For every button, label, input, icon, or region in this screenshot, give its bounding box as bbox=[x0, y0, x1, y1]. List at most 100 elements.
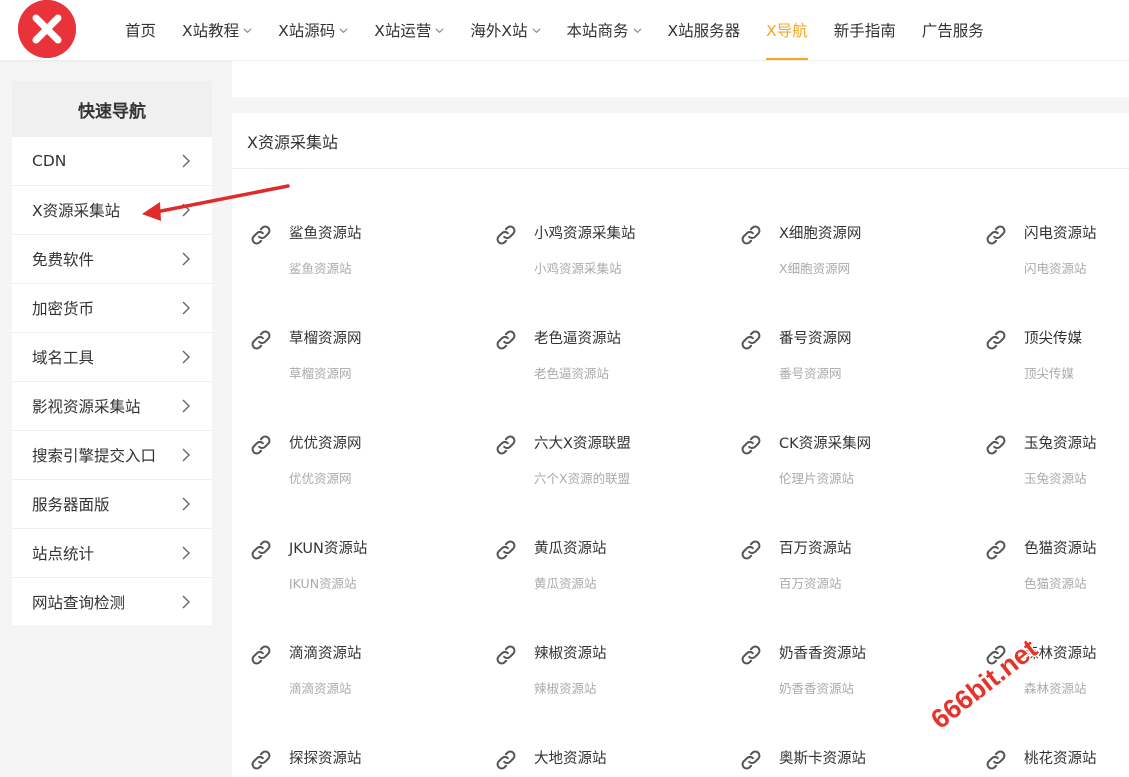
link-icon bbox=[251, 435, 271, 455]
site-card[interactable]: 闪电资源站 闪电资源站 bbox=[967, 169, 1129, 274]
sidebar-item-label: 网站查询检测 bbox=[32, 594, 126, 612]
site-card[interactable]: 六大X资源联盟 六个X资源的联盟 bbox=[477, 379, 722, 484]
site-card[interactable]: JKUN资源站 JKUN资源站 bbox=[232, 484, 477, 589]
nav-item[interactable]: X站教程 bbox=[169, 0, 265, 60]
site-desc: 黄瓜资源站 bbox=[534, 576, 597, 589]
site-card[interactable]: 老色逼资源站 老色逼资源站 bbox=[477, 274, 722, 379]
site-card[interactable]: X细胞资源网 X细胞资源网 bbox=[722, 169, 967, 274]
chevron-down-icon bbox=[435, 27, 444, 33]
site-desc: 色猫资源站 bbox=[1024, 576, 1087, 589]
nav-item-label: 海外X站 bbox=[470, 22, 528, 40]
site-name: 百万资源站 bbox=[779, 541, 852, 557]
site-card[interactable]: 森林资源站 森林资源站 bbox=[967, 589, 1129, 694]
site-card[interactable]: 番号资源网 番号资源网 bbox=[722, 274, 967, 379]
site-card[interactable]: 奶香香资源站 奶香香资源站 bbox=[722, 589, 967, 694]
content-panel: X资源采集站 鲨鱼资源站 鲨鱼资源站 小鸡资源采集站 小鸡资源采集站 X细胞资源网 X细胞… bbox=[232, 113, 1129, 777]
sidebar-item-label: 加密货币 bbox=[32, 300, 95, 318]
site-name: 优优资源网 bbox=[289, 436, 362, 452]
sidebar-item[interactable]: 免费软件 bbox=[12, 235, 212, 284]
sidebar-item[interactable]: 服务器面版 bbox=[12, 480, 212, 529]
link-icon bbox=[496, 435, 516, 455]
sidebar-list: CDN X资源采集站免费软件加密货币域名工具影视资源采集站 搜索引擎提交入口服务器面… bbox=[12, 137, 212, 627]
nav-item[interactable]: X导航 bbox=[753, 0, 821, 60]
sidebar-item[interactable]: 网站查询检测 bbox=[12, 578, 212, 627]
site-card[interactable]: 小鸡资源采集站 小鸡资源采集站 bbox=[477, 169, 722, 274]
site-desc: X细胞资源网 bbox=[779, 261, 851, 274]
site-card[interactable]: 顶尖传媒 顶尖传媒 bbox=[967, 274, 1129, 379]
site-card[interactable]: 草榴资源网 草榴资源网 bbox=[232, 274, 477, 379]
site-card[interactable]: 桃花资源站 bbox=[967, 694, 1129, 777]
close-x-logo-icon bbox=[18, 0, 76, 58]
site-desc: 小鸡资源采集站 bbox=[534, 261, 622, 274]
link-icon bbox=[986, 750, 1006, 770]
link-icon bbox=[496, 540, 516, 560]
site-card[interactable]: 探探资源站 bbox=[232, 694, 477, 777]
sidebar-item[interactable]: X资源采集站 bbox=[12, 186, 212, 235]
nav-item[interactable]: 新手指南 bbox=[821, 0, 909, 60]
site-card[interactable]: 滴滴资源站 滴滴资源站 bbox=[232, 589, 477, 694]
link-icon bbox=[496, 645, 516, 665]
nav-item-label: 本站商务 bbox=[566, 22, 629, 40]
sidebar-item[interactable]: 域名工具 bbox=[12, 333, 212, 382]
sidebar-item-label: 免费软件 bbox=[32, 251, 95, 269]
link-icon bbox=[741, 645, 761, 665]
chevron-down-icon bbox=[532, 27, 540, 33]
site-name: 森林资源站 bbox=[1024, 646, 1097, 662]
top-strip bbox=[232, 61, 1129, 97]
site-card[interactable]: CK资源采集网 伦理片资源站 bbox=[722, 379, 967, 484]
nav-item[interactable]: X站运营 bbox=[361, 0, 457, 60]
sidebar: 快速导航 CDN X资源采集站免费软件加密货币域名工具影视资源采集站 搜索引擎提交入… bbox=[12, 81, 212, 627]
site-desc: 滴滴资源站 bbox=[289, 681, 352, 694]
link-icon bbox=[741, 540, 761, 560]
site-card[interactable]: 辣椒资源站 辣椒资源站 bbox=[477, 589, 722, 694]
sidebar-item-label: CDN bbox=[32, 152, 67, 170]
sidebar-item[interactable]: 影视资源采集站 bbox=[12, 382, 212, 431]
nav-item[interactable]: 首页 bbox=[112, 0, 169, 60]
sidebar-item-label: 站点统计 bbox=[32, 545, 95, 563]
site-card[interactable]: 大地资源站 bbox=[477, 694, 722, 777]
sidebar-item[interactable]: 站点统计 bbox=[12, 529, 212, 578]
site-desc: JKUN资源站 bbox=[289, 576, 357, 589]
site-card[interactable]: 百万资源站 百万资源站 bbox=[722, 484, 967, 589]
site-card[interactable]: 色猫资源站 色猫资源站 bbox=[967, 484, 1129, 589]
site-card[interactable]: 玉兔资源站 玉兔资源站 bbox=[967, 379, 1129, 484]
site-name: 大地资源站 bbox=[534, 751, 607, 767]
site-desc: 奶香香资源站 bbox=[779, 681, 855, 694]
chevron-right-icon bbox=[182, 595, 190, 609]
nav-item[interactable]: 广告服务 bbox=[909, 0, 997, 60]
nav-item[interactable]: 海外X站 bbox=[457, 0, 553, 60]
site-card[interactable]: 黄瓜资源站 黄瓜资源站 bbox=[477, 484, 722, 589]
nav-item[interactable]: 本站商务 bbox=[554, 0, 655, 60]
site-name: 桃花资源站 bbox=[1024, 751, 1097, 767]
chevron-down-icon bbox=[339, 27, 348, 33]
sidebar-item-label: 服务器面版 bbox=[32, 496, 110, 514]
site-card[interactable]: 鲨鱼资源站 鲨鱼资源站 bbox=[232, 169, 477, 274]
sidebar-item[interactable]: CDN bbox=[12, 137, 212, 186]
site-desc: 六个X资源的联盟 bbox=[534, 471, 631, 484]
site-card[interactable]: 优优资源网 优优资源网 bbox=[232, 379, 477, 484]
sidebar-title: 快速导航 bbox=[12, 81, 212, 137]
site-name: JKUN资源站 bbox=[289, 541, 368, 557]
site-name: CK资源采集网 bbox=[779, 436, 872, 452]
site-card[interactable]: 奥斯卡资源站 bbox=[722, 694, 967, 777]
link-icon bbox=[251, 225, 271, 245]
link-icon bbox=[251, 645, 271, 665]
site-desc: 老色逼资源站 bbox=[534, 366, 610, 379]
nav-item[interactable]: X站源码 bbox=[265, 0, 361, 60]
logo[interactable] bbox=[18, 0, 76, 58]
sidebar-item[interactable]: 加密货币 bbox=[12, 284, 212, 333]
nav-item-label: X站源码 bbox=[278, 22, 336, 40]
sidebar-item-label: 域名工具 bbox=[32, 349, 95, 367]
nav-item[interactable]: X站服务器 bbox=[655, 0, 754, 60]
chevron-down-icon bbox=[633, 27, 642, 33]
link-icon bbox=[251, 330, 271, 350]
link-icon bbox=[986, 435, 1006, 455]
site-name: 探探资源站 bbox=[289, 751, 362, 767]
site-name: 六大X资源联盟 bbox=[534, 436, 631, 452]
site-desc: 草榴资源网 bbox=[289, 366, 352, 379]
link-icon bbox=[986, 225, 1006, 245]
site-desc: 顶尖传媒 bbox=[1024, 366, 1075, 379]
sidebar-item[interactable]: 搜索引擎提交入口 bbox=[12, 431, 212, 480]
main-nav: 首页 X站教程 X站源码 X站运营 海外X站 本站商务 X站服务器 X导航 新手指南 广告服务 bbox=[112, 0, 997, 60]
site-desc: 森林资源站 bbox=[1024, 681, 1087, 694]
